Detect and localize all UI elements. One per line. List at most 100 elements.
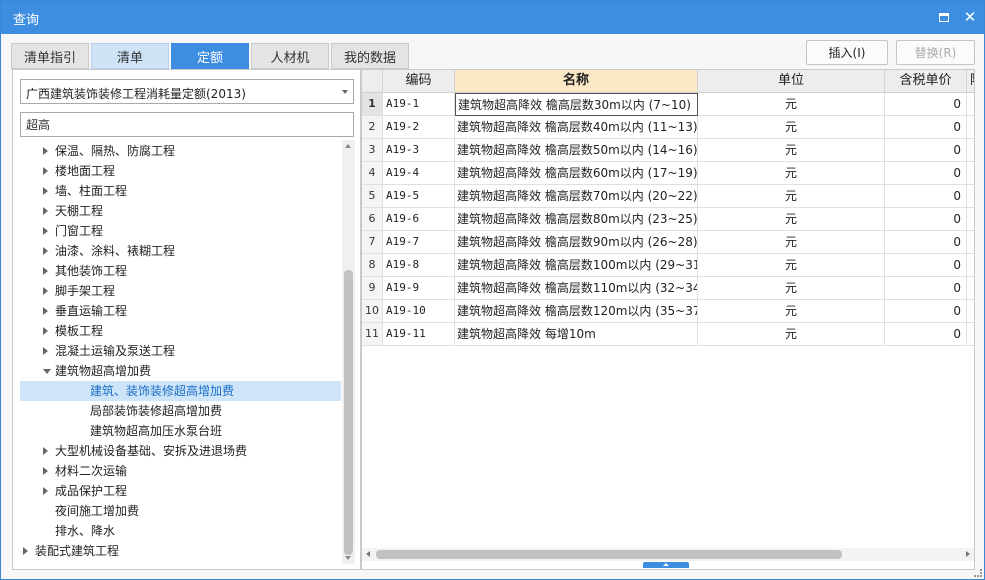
code-cell[interactable]: A19-3 <box>383 139 455 162</box>
tax-price-cell[interactable]: 0 <box>885 277 967 300</box>
title-bar[interactable]: 查询 ✕ <box>1 1 984 34</box>
extra-cell[interactable] <box>967 208 974 231</box>
tree-node[interactable]: 其他装饰工程 <box>20 261 341 281</box>
tax-price-cell[interactable]: 0 <box>885 300 967 323</box>
name-cell[interactable]: 建筑物超高降效 檐高层数110m以内 (32~34) <box>455 277 698 300</box>
table-row[interactable]: 1 A19-1 建筑物超高降效 檐高层数30m以内 (7~10) 元 0 <box>362 93 974 116</box>
collapsed-arrow-icon[interactable] <box>43 307 48 315</box>
code-cell[interactable]: A19-4 <box>383 162 455 185</box>
row-number-cell[interactable]: 9 <box>362 277 383 300</box>
name-cell[interactable]: 建筑物超高降效 檐高层数60m以内 (17~19) <box>455 162 698 185</box>
extra-cell[interactable] <box>967 277 974 300</box>
insert-button[interactable]: 插入(I) <box>806 40 888 65</box>
panel-splitter-handle[interactable] <box>643 562 689 568</box>
extra-cell[interactable] <box>967 323 974 346</box>
row-number-cell[interactable]: 11 <box>362 323 383 346</box>
row-number-cell[interactable]: 4 <box>362 162 383 185</box>
collapsed-arrow-icon[interactable] <box>43 147 48 155</box>
tax-price-cell[interactable]: 0 <box>885 231 967 254</box>
scroll-left-icon[interactable] <box>366 551 370 557</box>
quota-library-select[interactable]: 广西建筑装饰装修工程消耗量定额(2013) <box>20 79 354 104</box>
table-row[interactable]: 11 A19-11 建筑物超高降效 每增10m 元 0 <box>362 323 974 346</box>
row-number-cell[interactable]: 6 <box>362 208 383 231</box>
tax-price-header[interactable]: 含税单价 <box>885 70 967 93</box>
unit-cell[interactable]: 元 <box>698 231 885 254</box>
unit-cell[interactable]: 元 <box>698 300 885 323</box>
tree-node[interactable]: 建筑物超高增加费 <box>20 361 341 381</box>
tax-price-cell[interactable]: 0 <box>885 208 967 231</box>
unit-cell[interactable]: 元 <box>698 162 885 185</box>
code-cell[interactable]: A19-2 <box>383 116 455 139</box>
row-number-cell[interactable]: 10 <box>362 300 383 323</box>
unit-cell[interactable]: 元 <box>698 277 885 300</box>
collapsed-arrow-icon[interactable] <box>43 227 48 235</box>
extra-cell[interactable] <box>967 300 974 323</box>
tree-node[interactable]: 油漆、涂料、裱糊工程 <box>20 241 341 261</box>
code-cell[interactable]: A19-8 <box>383 254 455 277</box>
collapsed-arrow-icon[interactable] <box>43 167 48 175</box>
tree-node[interactable]: 装配式建筑工程 <box>20 541 341 561</box>
table-row[interactable]: 10 A19-10 建筑物超高降效 檐高层数120m以内 (35~37) 元 0 <box>362 300 974 323</box>
extra-cell[interactable] <box>967 93 974 116</box>
row-number-cell[interactable]: 3 <box>362 139 383 162</box>
tax-price-cell[interactable]: 0 <box>885 139 967 162</box>
replace-button[interactable]: 替换(R) <box>896 40 975 65</box>
unit-cell[interactable]: 元 <box>698 254 885 277</box>
scroll-thumb[interactable] <box>376 550 842 559</box>
tree-node[interactable]: 材料二次运输 <box>20 461 341 481</box>
table-row[interactable]: 4 A19-4 建筑物超高降效 檐高层数60m以内 (17~19) 元 0 <box>362 162 974 185</box>
row-number-cell[interactable]: 2 <box>362 116 383 139</box>
unit-cell[interactable]: 元 <box>698 185 885 208</box>
name-cell[interactable]: 建筑物超高降效 檐高层数100m以内 (29~31) <box>455 254 698 277</box>
tree-vertical-scrollbar[interactable] <box>342 140 355 564</box>
table-row[interactable]: 9 A19-9 建筑物超高降效 檐高层数110m以内 (32~34) 元 0 <box>362 277 974 300</box>
tax-price-cell[interactable]: 0 <box>885 116 967 139</box>
extra-cell[interactable] <box>967 254 974 277</box>
collapsed-arrow-icon[interactable] <box>43 247 48 255</box>
table-row[interactable]: 5 A19-5 建筑物超高降效 檐高层数70m以内 (20~22) 元 0 <box>362 185 974 208</box>
name-cell[interactable]: 建筑物超高降效 檐高层数40m以内 (11~13) <box>455 116 698 139</box>
tree-node[interactable]: 模板工程 <box>20 321 341 341</box>
tree-node[interactable]: 门窗工程 <box>20 221 341 241</box>
tree-node[interactable]: 局部装饰装修超高增加费 <box>20 401 341 421</box>
tree-node[interactable]: 混凝土运输及泵送工程 <box>20 341 341 361</box>
extra-cell[interactable] <box>967 139 974 162</box>
name-cell[interactable]: 建筑物超高降效 檐高层数80m以内 (23~25) <box>455 208 698 231</box>
table-row[interactable]: 8 A19-8 建筑物超高降效 檐高层数100m以内 (29~31) 元 0 <box>362 254 974 277</box>
collapsed-arrow-icon[interactable] <box>43 267 48 275</box>
row-number-cell[interactable]: 8 <box>362 254 383 277</box>
tree-node[interactable]: 保温、隔热、防腐工程 <box>20 141 341 161</box>
row-number-cell[interactable]: 5 <box>362 185 383 208</box>
table-row[interactable]: 7 A19-7 建筑物超高降效 檐高层数90m以内 (26~28) 元 0 <box>362 231 974 254</box>
tree-node[interactable]: 排水、降水 <box>20 521 341 541</box>
table-row[interactable]: 2 A19-2 建筑物超高降效 檐高层数40m以内 (11~13) 元 0 <box>362 116 974 139</box>
tab-labor-material-machine[interactable]: 人材机 <box>251 43 329 69</box>
tax-price-cell[interactable]: 0 <box>885 323 967 346</box>
name-cell[interactable]: 建筑物超高降效 檐高层数30m以内 (7~10) <box>455 93 698 116</box>
tree-node[interactable]: 建筑、装饰装修超高增加费 <box>20 381 341 401</box>
expanded-arrow-icon[interactable] <box>43 369 51 374</box>
tree-node[interactable]: 大型机械设备基础、安拆及进退场费 <box>20 441 341 461</box>
name-header[interactable]: 名称 <box>455 70 698 93</box>
collapsed-arrow-icon[interactable] <box>43 287 48 295</box>
collapsed-arrow-icon[interactable] <box>23 547 28 555</box>
unit-cell[interactable]: 元 <box>698 93 885 116</box>
scroll-thumb[interactable] <box>344 270 353 555</box>
code-cell[interactable]: A19-10 <box>383 300 455 323</box>
code-cell[interactable]: A19-1 <box>383 93 455 116</box>
resize-grip-icon[interactable] <box>974 569 982 577</box>
collapsed-arrow-icon[interactable] <box>43 207 48 215</box>
extra-cell[interactable] <box>967 231 974 254</box>
tax-price-cell[interactable]: 0 <box>885 254 967 277</box>
tax-price-cell[interactable]: 0 <box>885 185 967 208</box>
maximize-button[interactable] <box>935 8 953 26</box>
name-cell[interactable]: 建筑物超高降效 檐高层数70m以内 (20~22) <box>455 185 698 208</box>
tab-bill-guide[interactable]: 清单指引 <box>11 43 89 69</box>
name-cell[interactable]: 建筑物超高降效 每增10m <box>455 323 698 346</box>
tree-node[interactable]: 楼地面工程 <box>20 161 341 181</box>
code-cell[interactable]: A19-11 <box>383 323 455 346</box>
table-row[interactable]: 6 A19-6 建筑物超高降效 檐高层数80m以内 (23~25) 元 0 <box>362 208 974 231</box>
extra-cell[interactable] <box>967 162 974 185</box>
extra-column-header[interactable]: 除 <box>967 70 974 93</box>
collapsed-arrow-icon[interactable] <box>43 347 48 355</box>
